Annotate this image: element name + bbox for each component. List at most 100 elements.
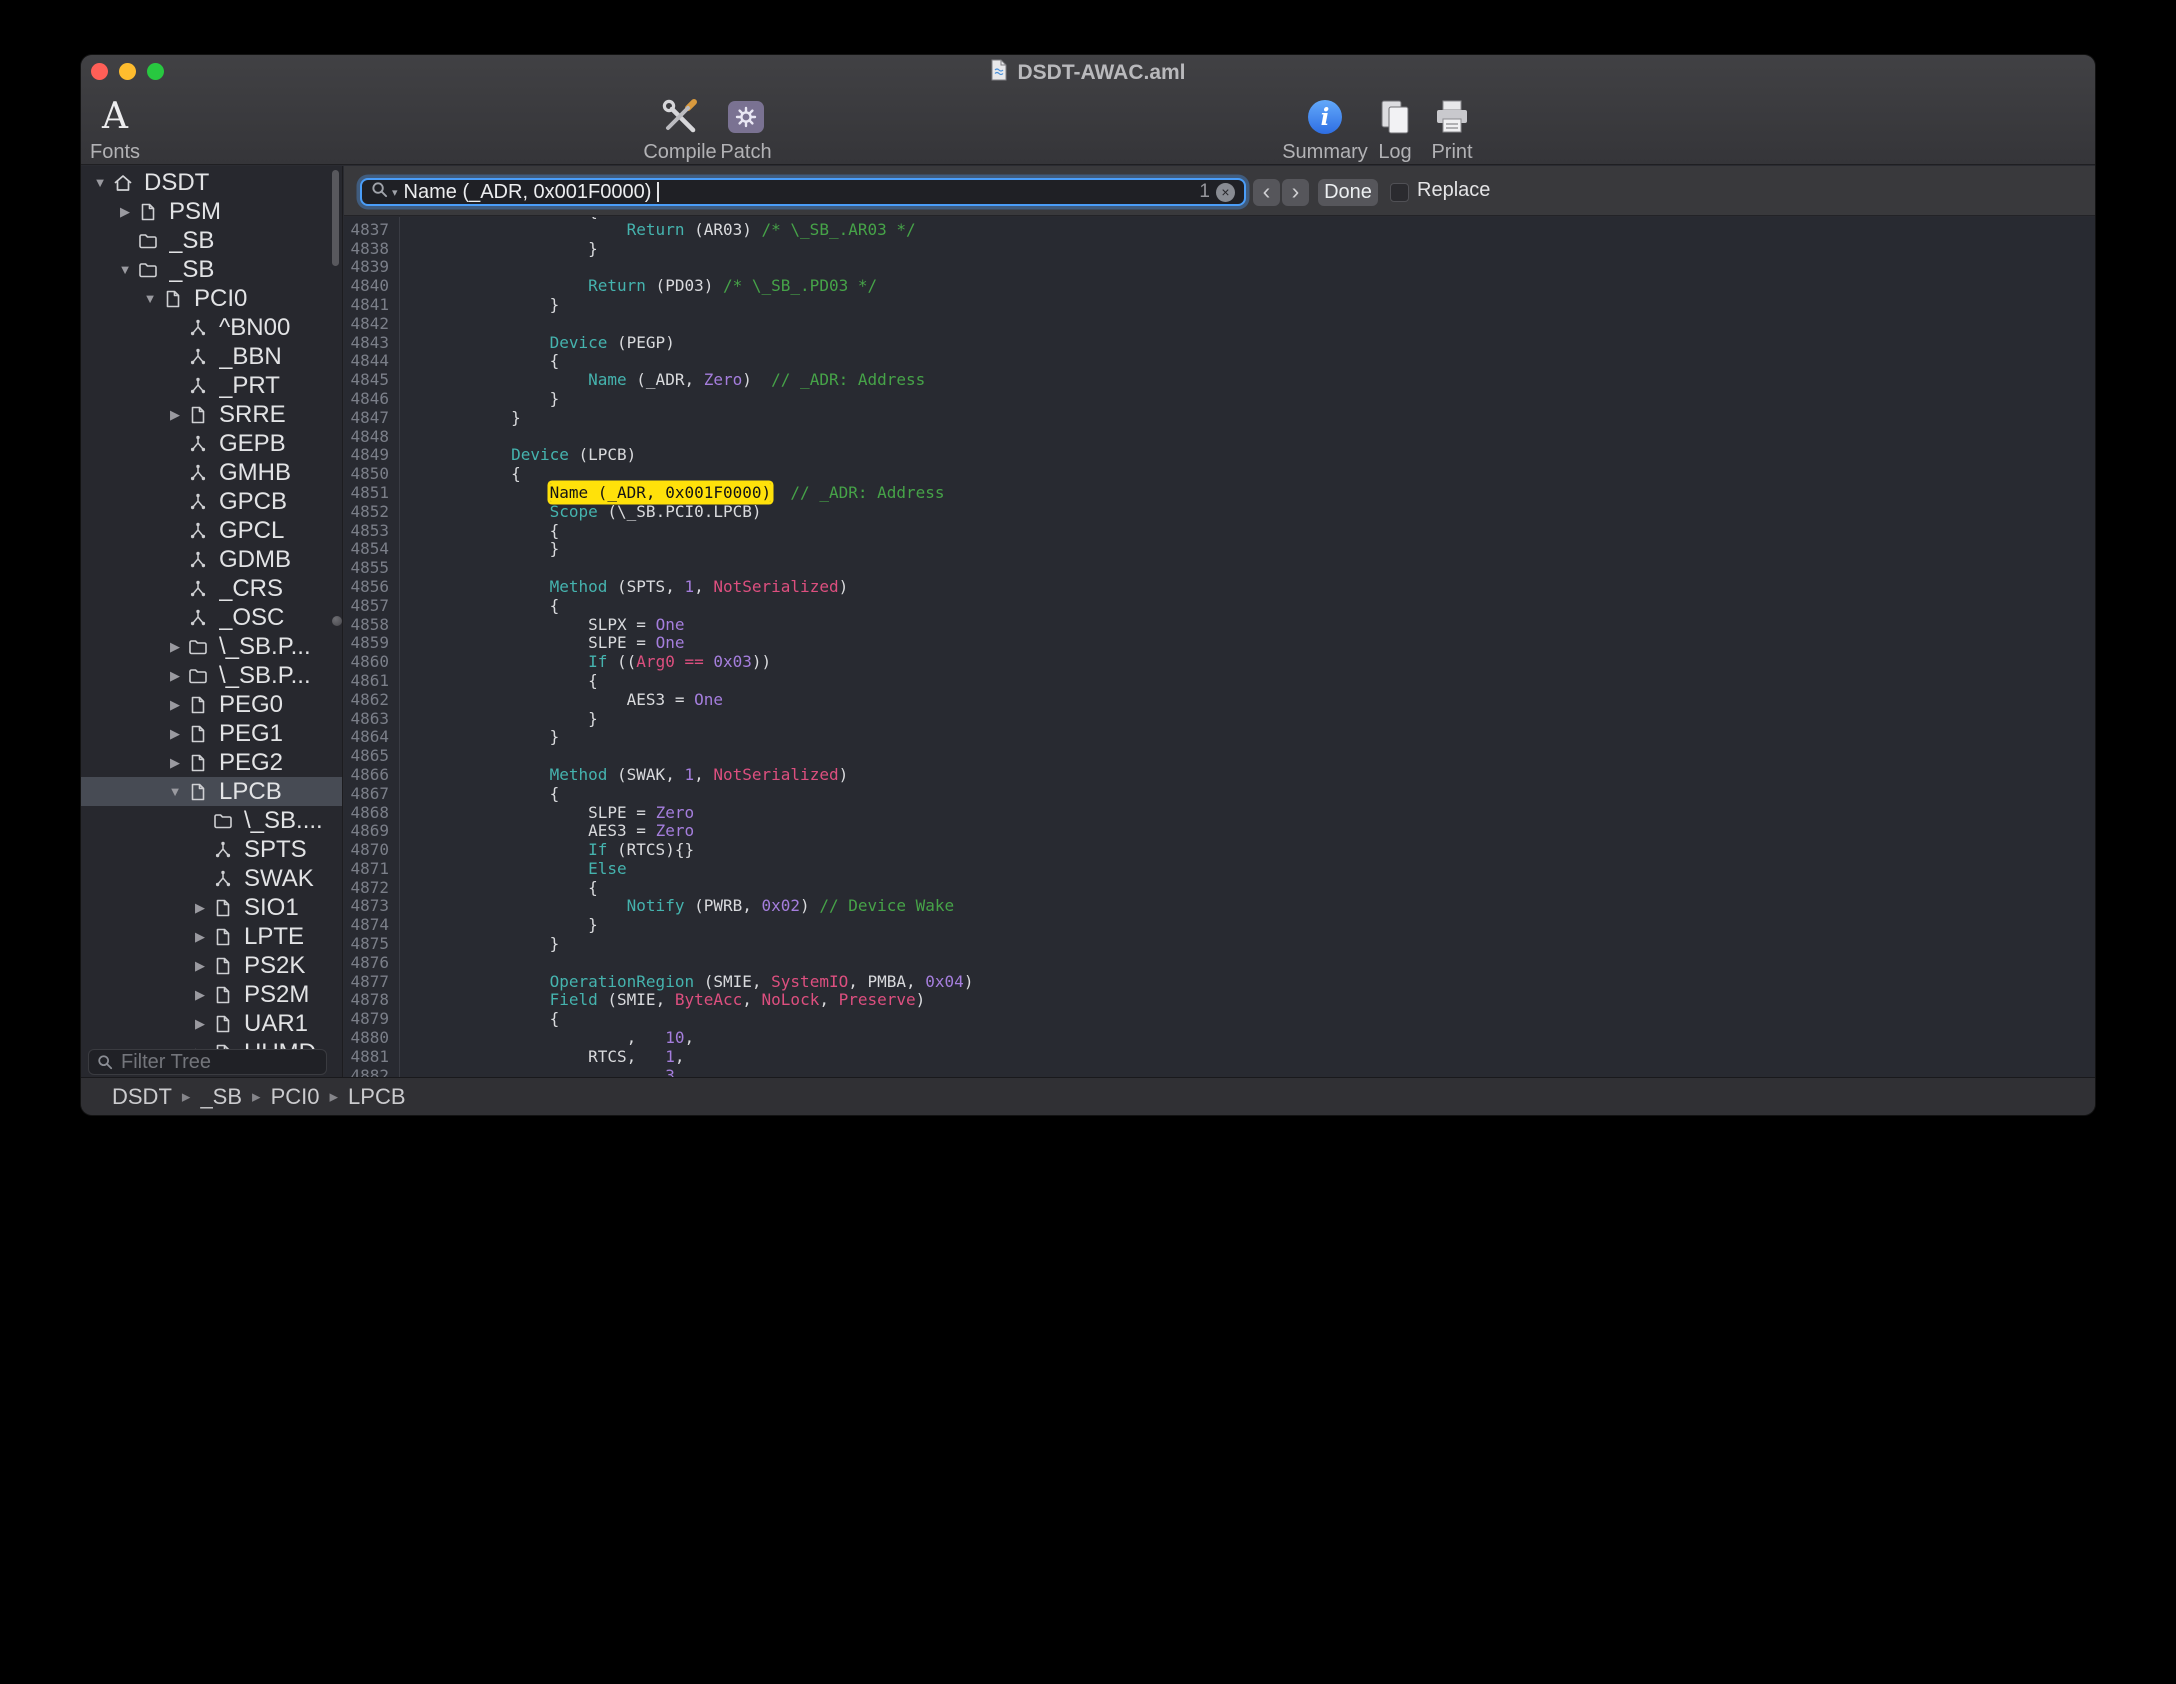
code-line-text: If (RTCS){} [400, 841, 694, 860]
find-next-button[interactable]: › [1282, 179, 1309, 206]
tree-item-sb[interactable]: _SB [81, 226, 342, 255]
tree-item-prt[interactable]: _PRT [81, 371, 342, 400]
disclosure-closed-icon[interactable]: ▶ [189, 929, 211, 945]
tree-item-dsdt[interactable]: ▼DSDT [81, 168, 342, 197]
disclosure-closed-icon[interactable]: ▶ [164, 726, 186, 742]
disclosure-closed-icon[interactable]: ▶ [164, 755, 186, 771]
tree-item-peg0[interactable]: ▶PEG0 [81, 690, 342, 719]
tree-item-sbp[interactable]: ▶ \_SB.P... [81, 632, 342, 661]
disclosure-closed-icon[interactable]: ▶ [164, 639, 186, 655]
disclosure-closed-icon[interactable]: ▶ [189, 900, 211, 916]
splitter-handle[interactable] [332, 616, 342, 626]
tree-item-crs[interactable]: _CRS [81, 574, 342, 603]
tree-item-humd[interactable]: ▶HUMD [81, 1038, 342, 1049]
tree-item-sb[interactable]: ▼_SB [81, 255, 342, 284]
line-number: 4861 [344, 672, 400, 691]
patch-button[interactable]: Patch [708, 94, 784, 164]
tree-item-peg1[interactable]: ▶PEG1 [81, 719, 342, 748]
code-line: 4853 { [344, 522, 2095, 541]
code-line: 4861 { [344, 672, 2095, 691]
tree-item-peg2[interactable]: ▶PEG2 [81, 748, 342, 777]
tree-item-osc[interactable]: _OSC [81, 603, 342, 632]
tree-item-gepb[interactable]: GEPB [81, 429, 342, 458]
disclosure-open-icon[interactable]: ▼ [114, 262, 136, 277]
fonts-button[interactable]: Fonts [83, 94, 147, 164]
search-menu-chevron-icon[interactable]: ▾ [392, 186, 398, 199]
disclosure-closed-icon[interactable]: ▶ [189, 958, 211, 974]
tree-item-psm[interactable]: ▶PSM [81, 197, 342, 226]
code-line: 4856 Method (SPTS, 1, NotSerialized) [344, 578, 2095, 597]
tree-item-gpcl[interactable]: GPCL [81, 516, 342, 545]
line-number: 4859 [344, 634, 400, 653]
code-line: 4845 Name (_ADR, Zero) // _ADR: Address [344, 371, 2095, 390]
disclosure-closed-icon[interactable]: ▶ [164, 668, 186, 684]
filter-search-icon [97, 1054, 113, 1075]
disclosure-open-icon[interactable]: ▼ [139, 291, 161, 306]
code-segment: // _ADR: Address [790, 483, 944, 502]
tree-item-uar1[interactable]: ▶UAR1 [81, 1009, 342, 1038]
code-segment: NotSerialized [713, 765, 838, 784]
find-previous-button[interactable]: ‹ [1253, 179, 1280, 206]
line-number: 4878 [344, 991, 400, 1010]
disclosure-closed-icon[interactable]: ▶ [189, 1016, 211, 1032]
line-number: 4864 [344, 728, 400, 747]
tree-item-lpcb[interactable]: ▼LPCB [81, 777, 342, 806]
app-window: DSDT-AWAC.aml Fonts [81, 55, 2095, 1115]
code-segment: One [656, 633, 685, 652]
code-line-text [400, 258, 434, 277]
replace-checkbox[interactable] [1390, 183, 1409, 202]
method-icon [186, 548, 210, 572]
code-segment: ) [742, 370, 771, 389]
tree-item-bbn[interactable]: _BBN [81, 342, 342, 371]
code-line: 4862 AES3 = One [344, 691, 2095, 710]
line-number: 4855 [344, 559, 400, 578]
tree-item-sio1[interactable]: ▶SIO1 [81, 893, 342, 922]
filter-tree-input[interactable] [88, 1049, 327, 1075]
tree-item-label: SRRE [219, 401, 286, 429]
patch-icon [708, 94, 784, 140]
tree-item-label: \_SB.P... [219, 633, 311, 661]
tree-item-sb[interactable]: \_SB.... [81, 806, 342, 835]
tree-item-lpte[interactable]: ▶LPTE [81, 922, 342, 951]
disclosure-closed-icon[interactable]: ▶ [189, 987, 211, 1003]
summary-button[interactable]: Summary [1273, 94, 1377, 164]
code-line: 4844 { [344, 352, 2095, 371]
code-editor[interactable]: 4836 {4837 Return (AR03) /* \_SB_.AR03 *… [344, 217, 2095, 1077]
tree-item-gpcb[interactable]: GPCB [81, 487, 342, 516]
tree-item-spts[interactable]: SPTS [81, 835, 342, 864]
clear-search-icon[interactable]: × [1216, 183, 1235, 202]
tree-item-pci0[interactable]: ▼PCI0 [81, 284, 342, 313]
code-segment: Device [511, 445, 569, 464]
tree-item-swak[interactable]: SWAK [81, 864, 342, 893]
disclosure-open-icon[interactable]: ▼ [164, 784, 186, 799]
line-number: 4844 [344, 352, 400, 371]
print-button[interactable]: Print [1415, 94, 1489, 164]
titlebar[interactable]: DSDT-AWAC.aml [81, 55, 2095, 91]
document-icon [186, 403, 210, 427]
done-button[interactable]: Done [1318, 179, 1378, 206]
code-line-text: , 3, [400, 1067, 684, 1077]
tree-item-sbp[interactable]: ▶\_SB.P... [81, 661, 342, 690]
tree-item-gdmb[interactable]: GDMB [81, 545, 342, 574]
tree-item-ps2m[interactable]: ▶PS2M [81, 980, 342, 1009]
sidebar-scrollbar[interactable] [332, 170, 339, 266]
tree-item-srre[interactable]: ▶ SRRE [81, 400, 342, 429]
code-line: 4839 [344, 258, 2095, 277]
tree-item-bn00[interactable]: ^BN00 [81, 313, 342, 342]
code-segment: , [684, 1028, 694, 1047]
disclosure-closed-icon[interactable]: ▶ [114, 204, 136, 220]
window-title: DSDT-AWAC.aml [1017, 61, 1185, 85]
code-segment: , [694, 765, 713, 784]
code-line-text: } [400, 296, 559, 315]
tree-item-ps2k[interactable]: ▶PS2K [81, 951, 342, 980]
disclosure-open-icon[interactable]: ▼ [89, 175, 111, 190]
disclosure-closed-icon[interactable]: ▶ [164, 697, 186, 713]
code-segment: } [550, 727, 560, 746]
find-input[interactable]: ▾ Name (_ADR, 0x001F0000) 1 × [360, 178, 1246, 206]
method-icon [186, 432, 210, 456]
tree-item-gmhb[interactable]: GMHB [81, 458, 342, 487]
document-proxy-icon[interactable] [990, 59, 1008, 87]
disclosure-closed-icon[interactable]: ▶ [164, 407, 186, 423]
line-number: 4837 [344, 221, 400, 240]
code-segment: , [819, 990, 838, 1009]
